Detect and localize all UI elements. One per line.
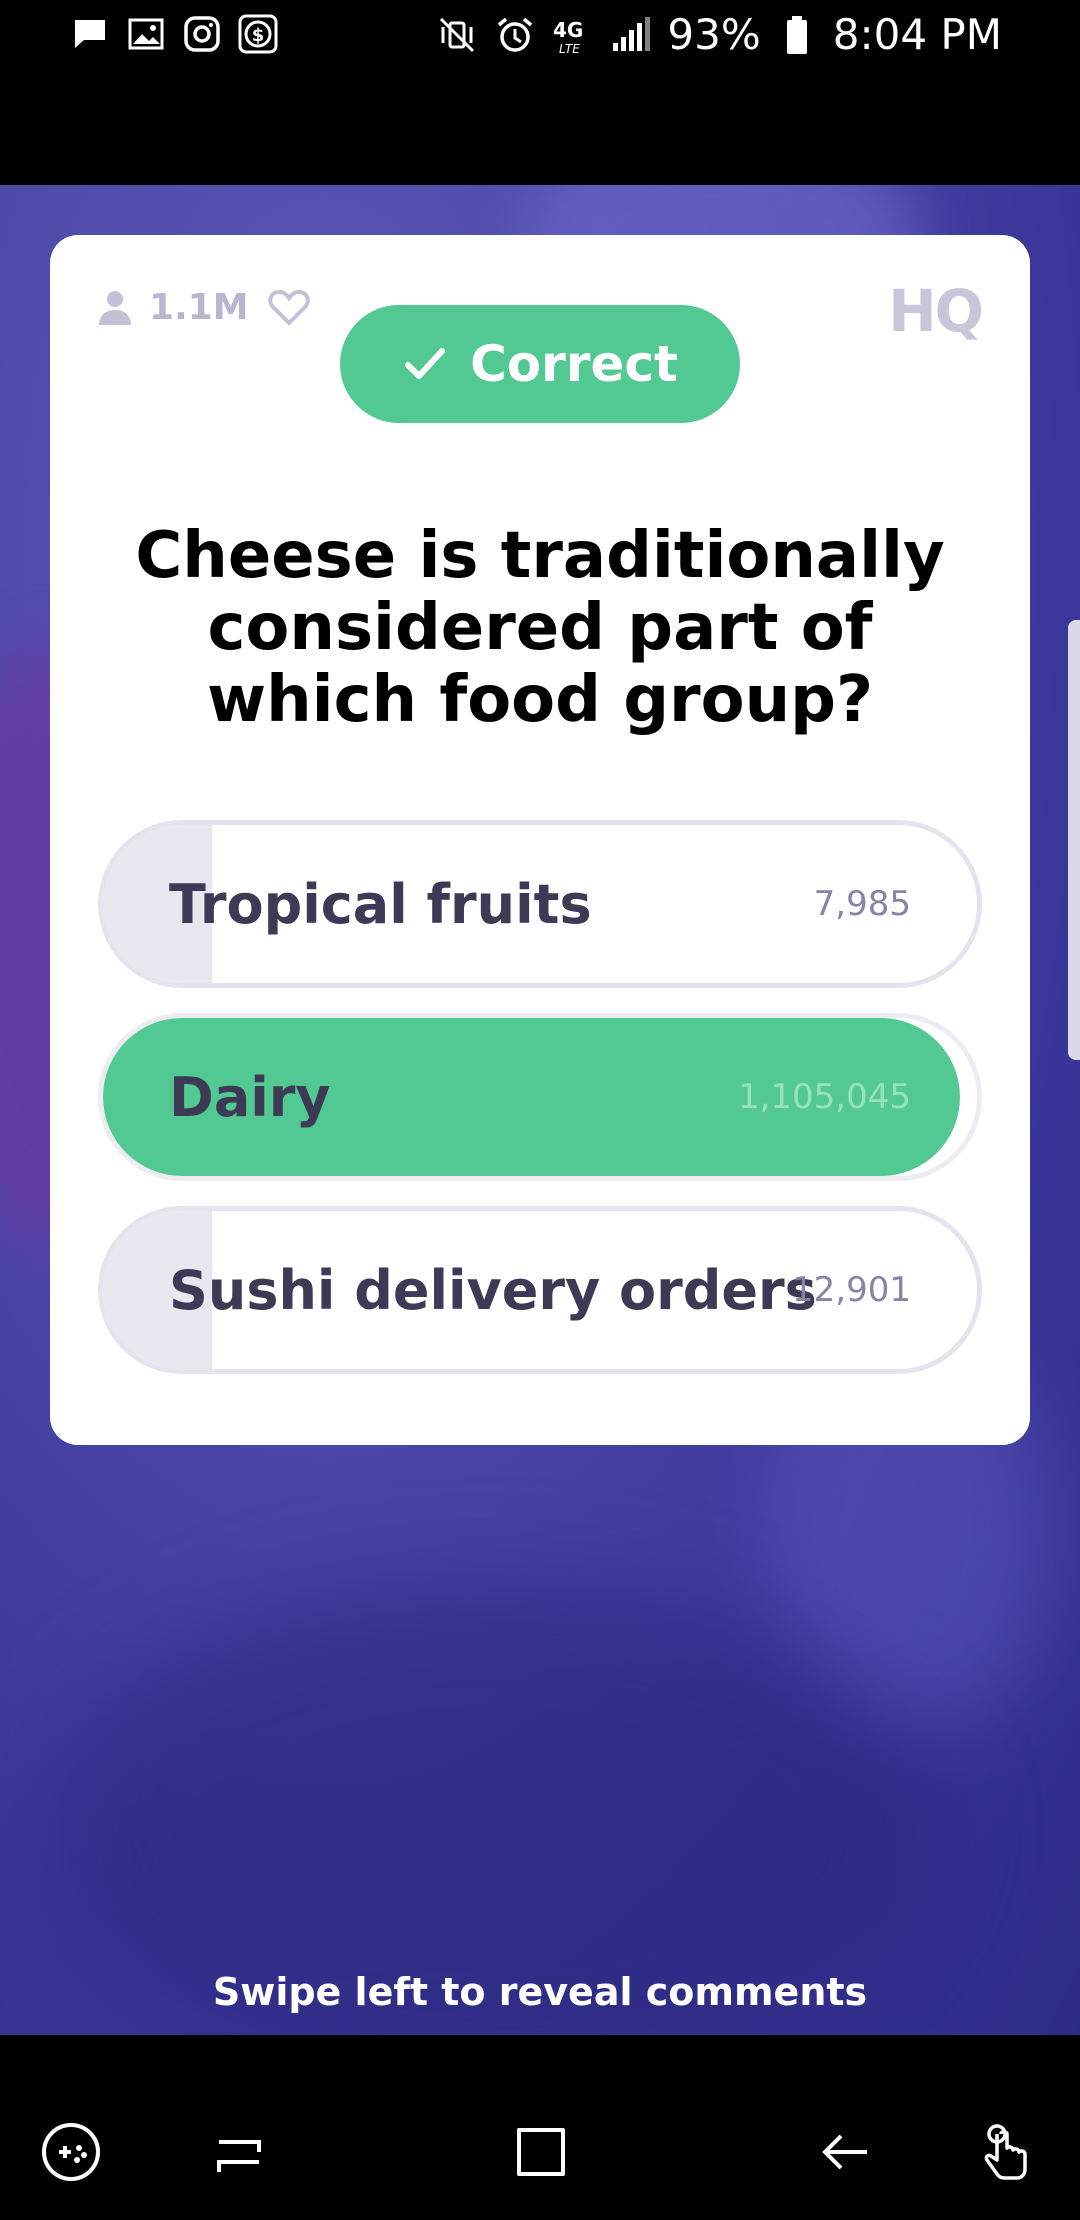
cash-icon: $ bbox=[238, 14, 278, 54]
correct-badge: Correct bbox=[340, 305, 740, 423]
status-bar: $ 4G LTE 93% 8:04 PM bbox=[0, 0, 1080, 72]
check-icon bbox=[405, 348, 446, 379]
hq-logo: HQ bbox=[888, 277, 984, 345]
answer-option-3[interactable]: Sushi delivery orders 12,901 bbox=[98, 1206, 982, 1374]
answer-label: Dairy bbox=[169, 1065, 331, 1129]
svg-text:4G: 4G bbox=[553, 18, 583, 42]
navigation-bar bbox=[0, 2035, 1080, 2220]
swipe-hint: Swipe left to reveal comments bbox=[212, 1970, 868, 2014]
alarm-icon bbox=[493, 13, 537, 57]
back-icon[interactable] bbox=[810, 2117, 880, 2187]
instagram-icon bbox=[182, 14, 222, 54]
correct-label: Correct bbox=[470, 335, 678, 393]
viewer-count-text: 1.1M bbox=[149, 286, 249, 328]
heart-icon[interactable] bbox=[267, 285, 311, 329]
game-tools-icon[interactable] bbox=[36, 2117, 106, 2187]
recent-apps-icon[interactable] bbox=[204, 2117, 274, 2187]
answer-count: 7,985 bbox=[813, 884, 911, 924]
signal-icon bbox=[609, 13, 653, 57]
answer-option-1[interactable]: Tropical fruits 7,985 bbox=[98, 820, 982, 988]
svg-text:$: $ bbox=[252, 25, 265, 46]
viewer-count: 1.1M bbox=[95, 285, 311, 329]
side-panel-handle[interactable] bbox=[1068, 620, 1080, 1060]
battery-icon bbox=[775, 13, 819, 57]
answer-label: Tropical fruits bbox=[169, 872, 592, 936]
svg-text:LTE: LTE bbox=[559, 42, 580, 55]
answer-count: 1,105,045 bbox=[737, 1077, 911, 1117]
clock: 8:04 PM bbox=[832, 10, 1002, 59]
answer-label: Sushi delivery orders bbox=[169, 1258, 817, 1322]
person-icon bbox=[99, 291, 131, 325]
answer-option-2[interactable]: Dairy 1,105,045 bbox=[98, 1013, 982, 1181]
question-card: 1.1M HQ Correct Cheese is traditionally … bbox=[50, 235, 1030, 1445]
system-status: 4G LTE 93% 8:04 PM bbox=[435, 10, 1002, 59]
gesture-icon[interactable] bbox=[972, 2117, 1042, 2187]
top-letterbox bbox=[0, 72, 1080, 185]
lte-icon: 4G LTE bbox=[551, 13, 595, 57]
home-icon[interactable] bbox=[506, 2117, 576, 2187]
answer-count: 12,901 bbox=[792, 1270, 911, 1310]
battery-percent: 93% bbox=[667, 10, 761, 59]
image-icon bbox=[126, 14, 166, 54]
notification-icons: $ bbox=[70, 14, 278, 54]
vibrate-mute-icon bbox=[435, 13, 479, 57]
question-text: Cheese is traditionally considered part … bbox=[135, 519, 945, 737]
message-icon bbox=[70, 14, 110, 54]
